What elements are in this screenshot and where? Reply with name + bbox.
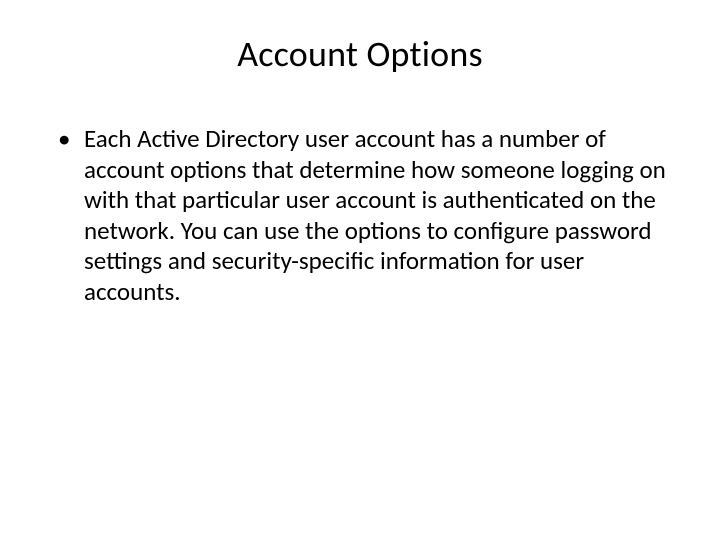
slide-title: Account Options [48,32,672,76]
slide: Account Options Each Active Directory us… [0,0,720,540]
list-item: Each Active Directory user account has a… [56,124,672,307]
slide-body: Each Active Directory user account has a… [48,124,672,307]
bullet-list: Each Active Directory user account has a… [56,124,672,307]
